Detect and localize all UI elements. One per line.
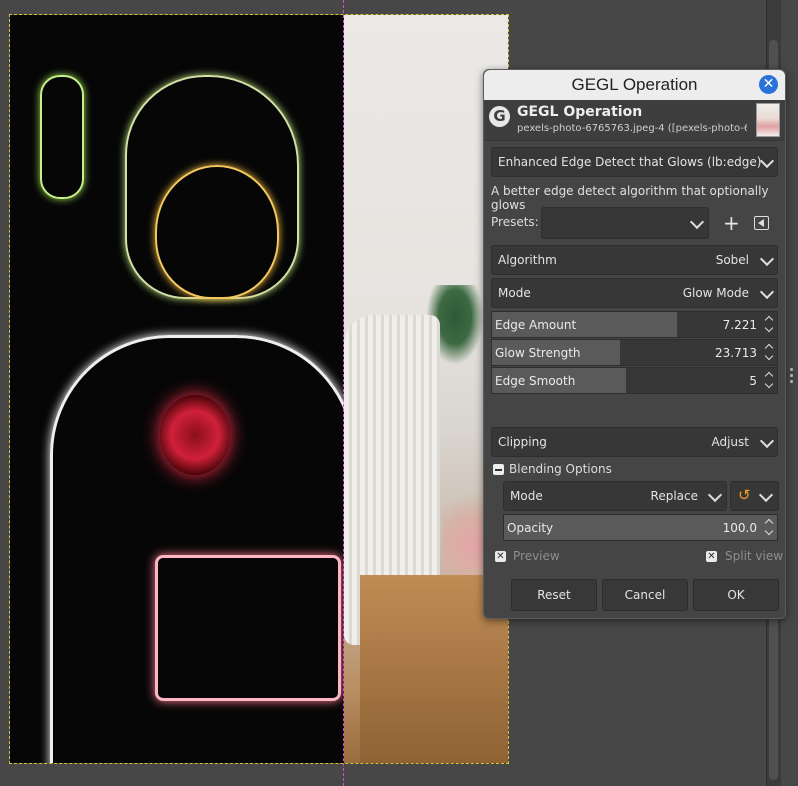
header-subtitle: pexels-photo-6765763.jpeg-4 ([pexels-pho… [517, 123, 747, 134]
chevron-down-icon [759, 153, 775, 169]
edge-amount-stepper[interactable] [764, 313, 774, 336]
edge-smooth-label: Edge Smooth [495, 374, 576, 388]
edge-amount-value: 7.221 [722, 318, 757, 332]
preview-label: Preview [513, 549, 560, 563]
dock-grip-icon[interactable] [790, 368, 796, 388]
dialog-header: G GEGL Operation pexels-photo-6765763.jp… [484, 100, 785, 141]
presets-menu-icon[interactable] [754, 216, 769, 230]
canvas-image[interactable] [10, 15, 508, 763]
glow-strength-value: 23.713 [715, 346, 757, 360]
mode-select[interactable]: Mode Glow Mode [491, 278, 778, 308]
chevron-down-icon[interactable] [764, 526, 774, 536]
opacity-spinscale[interactable]: Opacity 100.0 [503, 514, 778, 541]
chevron-down-icon [759, 433, 775, 449]
clipping-label: Clipping [498, 435, 547, 449]
glow-strength-label: Glow Strength [495, 346, 581, 360]
reset-icon: ↺ [738, 486, 751, 504]
blend-mode-value: Replace [650, 489, 698, 503]
dialog-title: GEGL Operation [571, 75, 698, 94]
split-view-checkbox[interactable]: ✕ [706, 551, 717, 562]
image-thumbnail [756, 103, 780, 137]
add-preset-icon[interactable]: + [723, 211, 740, 235]
algorithm-label: Algorithm [498, 253, 557, 267]
chevron-down-icon [707, 487, 723, 503]
glow-strength-spinscale[interactable]: Glow Strength 23.713 [491, 339, 778, 366]
cancel-button[interactable]: Cancel [602, 579, 688, 611]
mode-label: Mode [498, 286, 531, 300]
blend-mode-label: Mode [510, 489, 543, 503]
chevron-down-icon[interactable] [764, 323, 774, 333]
edge-smooth-stepper[interactable] [764, 369, 774, 392]
glow-edge-preview [10, 15, 356, 763]
blending-options-label[interactable]: Blending Options [509, 462, 612, 476]
preview-checkbox[interactable]: ✕ [495, 551, 506, 562]
dialog-titlebar[interactable]: GEGL Operation ✕ [484, 70, 785, 100]
operation-select[interactable]: Enhanced Edge Detect that Glows (lb:edge… [491, 147, 778, 177]
mode-value: Glow Mode [682, 286, 749, 300]
edge-smooth-spinscale[interactable]: Edge Smooth 5 [491, 367, 778, 394]
edge-smooth-value: 5 [749, 374, 757, 388]
chevron-down-icon [759, 251, 775, 267]
chevron-down-icon[interactable] [764, 351, 774, 361]
collapse-icon[interactable] [493, 464, 504, 475]
composite-reset-select[interactable]: ↺ [730, 481, 779, 511]
clipping-value: Adjust [711, 435, 749, 449]
opacity-stepper[interactable] [764, 516, 774, 539]
presets-label: Presets: [491, 215, 539, 229]
opacity-label: Opacity [507, 521, 554, 535]
glow-strength-stepper[interactable] [764, 341, 774, 364]
close-icon[interactable]: ✕ [759, 75, 778, 94]
split-view-label: Split view [725, 549, 784, 563]
chevron-down-icon[interactable] [764, 379, 774, 389]
chevron-down-icon [689, 214, 705, 230]
algorithm-value: Sobel [715, 253, 749, 267]
reset-button[interactable]: Reset [511, 579, 597, 611]
presets-select[interactable] [541, 207, 709, 239]
header-title: GEGL Operation [517, 104, 643, 120]
gegl-operation-dialog: GEGL Operation ✕ G GEGL Operation pexels… [483, 69, 786, 619]
split-guide[interactable] [343, 0, 344, 786]
clipping-select[interactable]: Clipping Adjust [491, 427, 778, 457]
edge-amount-spinscale[interactable]: Edge Amount 7.221 [491, 311, 778, 338]
ok-button[interactable]: OK [693, 579, 779, 611]
chevron-down-icon [758, 487, 774, 503]
opacity-value: 100.0 [722, 521, 757, 535]
operation-value: Enhanced Edge Detect that Glows (lb:edge… [498, 155, 762, 169]
chevron-down-icon [759, 284, 775, 300]
gegl-logo-icon: G [489, 106, 510, 127]
algorithm-select[interactable]: Algorithm Sobel [491, 245, 778, 275]
edge-amount-label: Edge Amount [495, 318, 577, 332]
blend-mode-select[interactable]: Mode Replace [503, 481, 727, 511]
